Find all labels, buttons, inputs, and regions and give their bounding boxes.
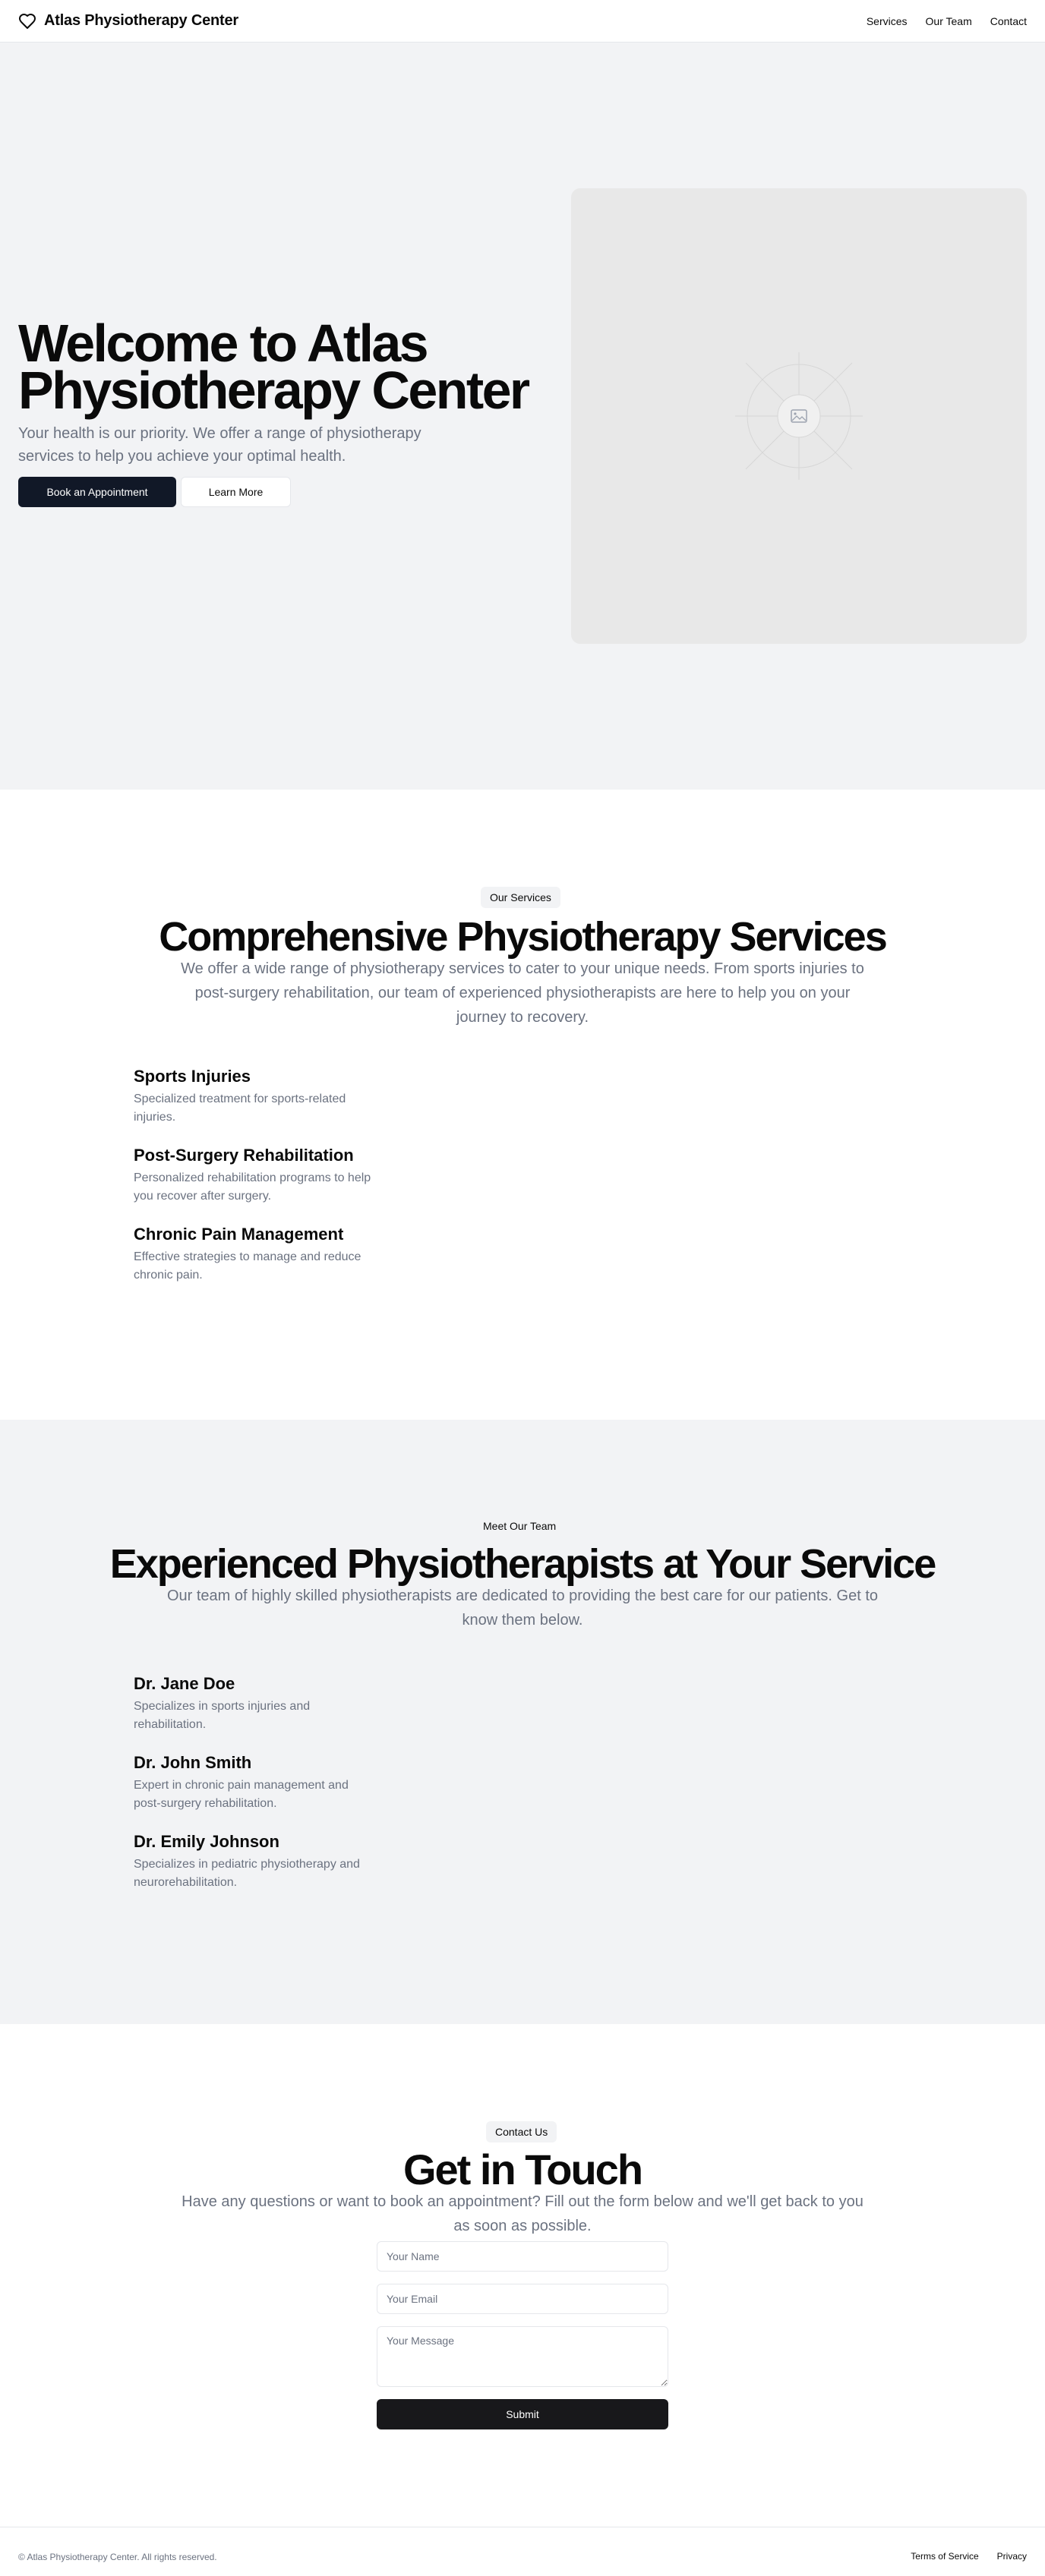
nav-link-our-team[interactable]: Our Team — [926, 15, 972, 27]
service-title: Sports Injuries — [134, 1067, 251, 1086]
brand[interactable]: Atlas Physiotherapy Center — [18, 12, 238, 30]
site-header: Atlas Physiotherapy Center Services Our … — [0, 0, 1045, 43]
team-member-description: Specializes in pediatric physiotherapy a… — [134, 1858, 360, 1889]
contact-badge: Contact Us — [486, 2121, 557, 2142]
nav-link-contact[interactable]: Contact — [990, 15, 1027, 27]
team-member-john-smith: Dr. John Smith Expert in chronic pain ma… — [134, 1752, 377, 1813]
service-title: Post-Surgery Rehabilitation — [134, 1146, 354, 1165]
contact-text: Have any questions or want to book an ap… — [182, 2193, 863, 2234]
main-nav: Services Our Team Contact — [867, 15, 1027, 27]
services-text: We offer a wide range of physiotherapy s… — [181, 960, 864, 1026]
footer-links: Terms of Service Privacy — [911, 2551, 1027, 2562]
service-item-chronic-pain: Chronic Pain Management Effective strate… — [134, 1224, 377, 1285]
team-member-description: Expert in chronic pain management and po… — [134, 1779, 349, 1810]
services-title: Comprehensive Physiotherapy Services — [159, 914, 887, 960]
team-section: Meet Our Team Experienced Physiotherapis… — [0, 1420, 1045, 2024]
email-input[interactable] — [377, 2284, 668, 2314]
team-member-jane-doe: Dr. Jane Doe Specializes in sports injur… — [134, 1673, 377, 1734]
hero-title: Welcome to Atlas Physiotherapy Center — [18, 317, 535, 417]
team-member-name: Dr. John Smith — [134, 1753, 252, 1772]
site-footer: © Atlas Physiotherapy Center. All rights… — [0, 2527, 1045, 2576]
team-member-name: Dr. Emily Johnson — [134, 1832, 279, 1851]
team-badge: Meet Our Team — [474, 1515, 566, 1537]
nav-link-services[interactable]: Services — [867, 15, 908, 27]
services-badge: Our Services — [481, 887, 560, 908]
contact-section: Contact Us Get in Touch Have any questio… — [0, 2024, 1045, 2527]
learn-more-button[interactable]: Learn More — [181, 477, 291, 507]
name-input[interactable] — [377, 2241, 668, 2272]
hero-section: Welcome to Atlas Physiotherapy Center Yo… — [0, 43, 1045, 790]
hero-image-placeholder — [571, 188, 1027, 644]
team-member-name: Dr. Jane Doe — [134, 1674, 235, 1693]
footer-link-terms[interactable]: Terms of Service — [911, 2551, 978, 2562]
message-textarea[interactable] — [377, 2326, 668, 2387]
service-title: Chronic Pain Management — [134, 1225, 344, 1244]
service-description: Specialized treatment for sports-related… — [134, 1093, 346, 1124]
image-placeholder-icon — [735, 352, 863, 480]
team-member-description: Specializes in sports injuries and rehab… — [134, 1700, 311, 1731]
team-member-emily-johnson: Dr. Emily Johnson Specializes in pediatr… — [134, 1831, 377, 1892]
service-description: Personalized rehabilitation programs to … — [134, 1171, 371, 1203]
service-item-sports-injuries: Sports Injuries Specialized treatment fo… — [134, 1066, 377, 1127]
submit-button[interactable]: Submit — [377, 2399, 668, 2429]
contact-title: Get in Touch — [403, 2146, 643, 2193]
services-section: Our Services Comprehensive Physiotherapy… — [0, 790, 1045, 1420]
team-title: Experienced Physiotherapists at Your Ser… — [109, 1541, 937, 1587]
service-item-post-surgery: Post-Surgery Rehabilitation Personalized… — [134, 1145, 377, 1206]
service-description: Effective strategies to manage and reduc… — [134, 1250, 361, 1282]
team-text: Our team of highly skilled physiotherapi… — [166, 1588, 879, 1629]
footer-link-privacy[interactable]: Privacy — [997, 2551, 1027, 2562]
copyright-text: © Atlas Physiotherapy Center. All rights… — [18, 2552, 217, 2562]
hero-text: Your health is our priority. We offer a … — [18, 425, 421, 465]
book-appointment-button[interactable]: Book an Appointment — [18, 477, 176, 507]
hero-title-line-2: Physiotherapy Center — [18, 361, 530, 420]
brand-name: Atlas Physiotherapy Center — [44, 12, 238, 29]
heart-icon — [18, 12, 36, 30]
